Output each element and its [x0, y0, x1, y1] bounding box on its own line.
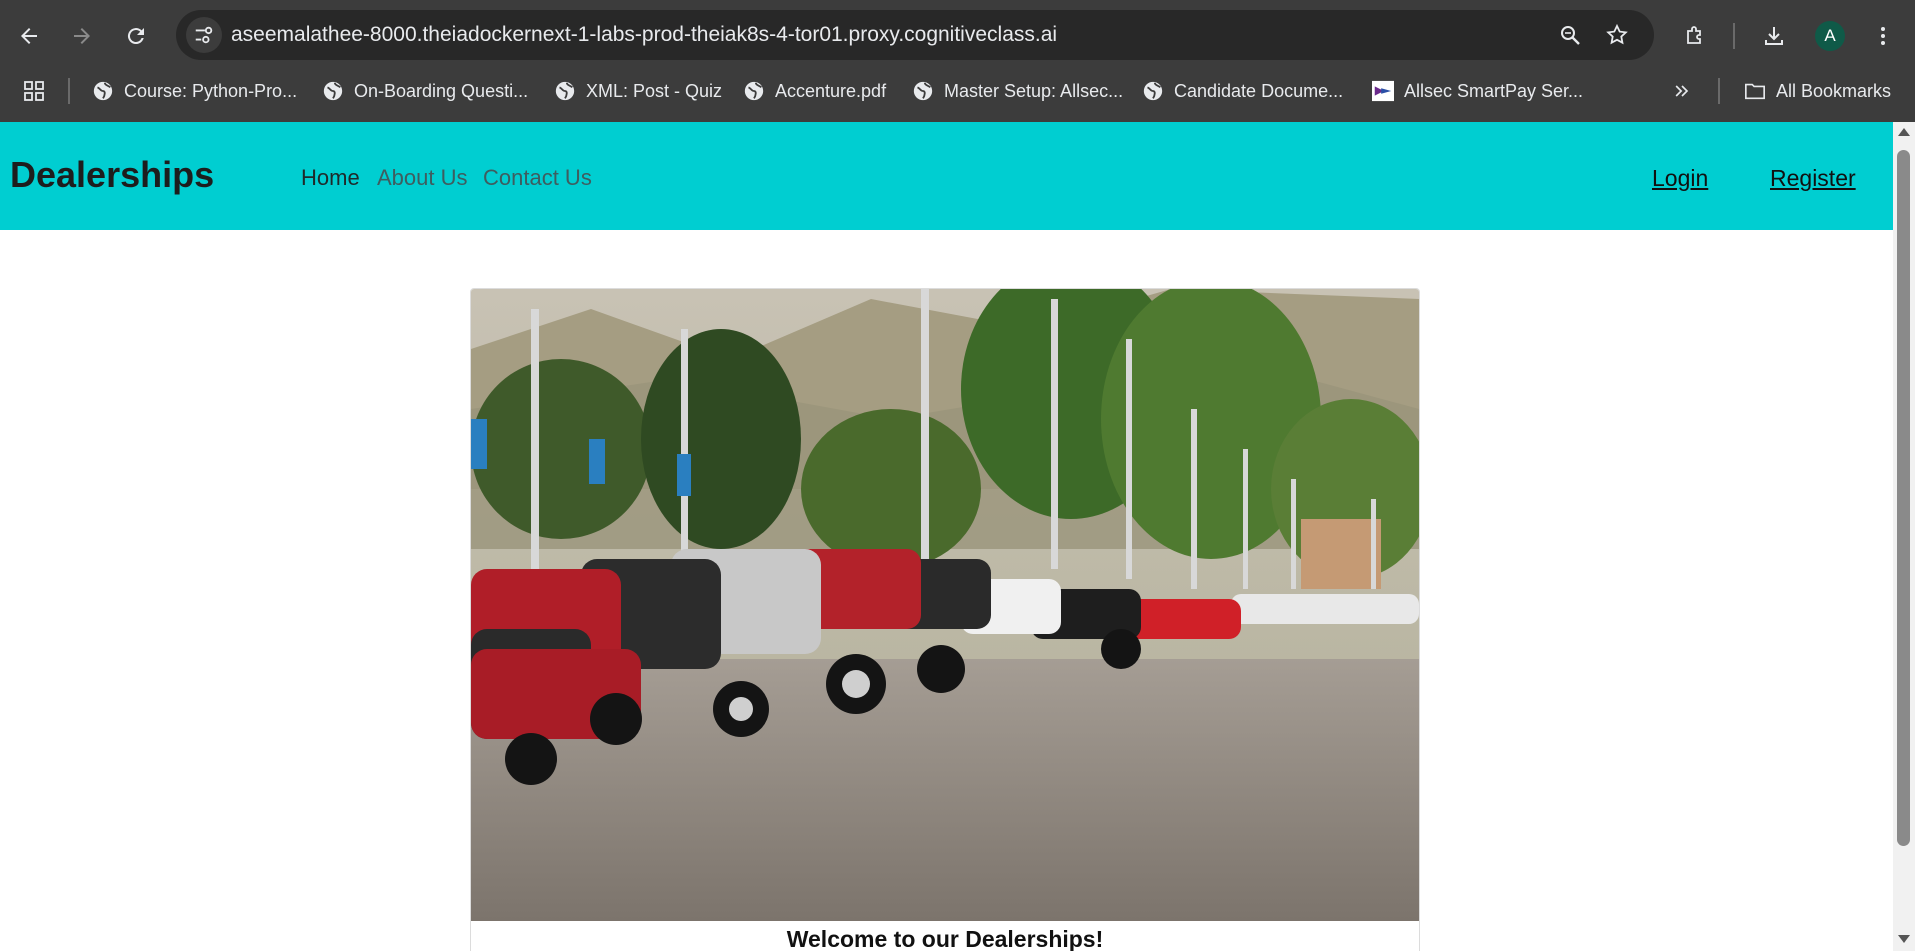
- all-bookmarks-button[interactable]: All Bookmarks: [1744, 72, 1891, 110]
- back-button[interactable]: [11, 18, 47, 54]
- bookmark-item[interactable]: Course: Python-Pro...: [92, 72, 297, 110]
- web-page: Dealerships Home About Us Contact Us Log…: [0, 122, 1893, 951]
- bookmark-item[interactable]: On-Boarding Questi...: [322, 72, 528, 110]
- nav-contact-link[interactable]: Contact Us: [483, 122, 592, 234]
- scroll-up-arrow-icon[interactable]: [1898, 128, 1910, 136]
- bookmark-item[interactable]: XML: Post - Quiz: [554, 72, 722, 110]
- bookmark-item[interactable]: Allsec SmartPay Ser...: [1372, 72, 1583, 110]
- bookmark-divider: [68, 78, 70, 104]
- bookmark-label: Master Setup: Allsec...: [944, 80, 1124, 101]
- globe-icon: [92, 80, 114, 102]
- bookmark-label: Course: Python-Pro...: [124, 80, 298, 101]
- globe-icon: [912, 80, 934, 102]
- car-lot-hero-image: [471, 289, 1419, 921]
- bookmark-item[interactable]: Master Setup: Allsec...: [912, 72, 1123, 110]
- nav-about-link[interactable]: About Us: [377, 122, 468, 234]
- bookmark-label: Accenture.pdf: [775, 80, 887, 101]
- globe-icon: [554, 80, 576, 102]
- bookmark-label: Candidate Docume...: [1174, 80, 1344, 101]
- folder-icon: [1744, 80, 1766, 102]
- downloads-button[interactable]: [1756, 18, 1792, 54]
- globe-icon: [743, 80, 765, 102]
- browser-menu-button[interactable]: [1865, 18, 1901, 54]
- extensions-button[interactable]: [1677, 18, 1713, 54]
- browser-toolbar: aseemalathee-8000.theiadockernext-1-labs…: [0, 0, 1915, 72]
- globe-icon: [1142, 80, 1164, 102]
- bookmark-label: XML: Post - Quiz: [586, 80, 723, 101]
- reload-icon: [127, 28, 144, 45]
- scrollbar-thumb[interactable]: [1897, 150, 1910, 846]
- globe-icon: [322, 80, 344, 102]
- download-icon: [1765, 27, 1783, 45]
- puzzle-icon: [1687, 26, 1701, 44]
- site-navbar: Dealerships Home About Us Contact Us Log…: [0, 122, 1893, 230]
- welcome-card: Welcome to our Dealerships!: [470, 288, 1420, 951]
- forward-button[interactable]: [64, 18, 100, 54]
- apps-icon[interactable]: [22, 72, 46, 110]
- bookmark-item[interactable]: Accenture.pdf: [743, 72, 886, 110]
- address-bar[interactable]: aseemalathee-8000.theiadockernext-1-labs…: [176, 10, 1654, 60]
- register-link[interactable]: Register: [1770, 122, 1856, 234]
- login-link[interactable]: Login: [1652, 122, 1708, 234]
- bookmark-label: On-Boarding Questi...: [354, 80, 529, 101]
- bookmark-label: Allsec SmartPay Ser...: [1404, 80, 1584, 101]
- nav-home-link[interactable]: Home: [301, 122, 360, 234]
- bookmark-divider: [1718, 78, 1720, 104]
- brand-title[interactable]: Dealerships: [10, 122, 214, 228]
- welcome-heading: Welcome to our Dealerships!: [786, 926, 1104, 951]
- all-bookmarks-label: All Bookmarks: [1776, 80, 1892, 101]
- bookmark-star-icon[interactable]: [1603, 21, 1631, 49]
- kebab-menu-icon: [1881, 27, 1885, 45]
- scroll-down-arrow-icon[interactable]: [1898, 935, 1910, 943]
- bookmark-item[interactable]: Candidate Docume...: [1142, 72, 1343, 110]
- arrow-right-icon: [74, 28, 90, 44]
- reload-button[interactable]: [118, 18, 154, 54]
- zoom-icon[interactable]: [1556, 21, 1584, 49]
- toolbar-divider: [1733, 23, 1735, 49]
- arrow-left-icon: [21, 28, 37, 44]
- allsec-logo-icon: [1372, 80, 1394, 102]
- site-info-icon[interactable]: [186, 17, 222, 53]
- browser-chrome: aseemalathee-8000.theiadockernext-1-labs…: [0, 0, 1915, 122]
- more-bookmarks-chevron-icon[interactable]: [1672, 72, 1692, 110]
- profile-avatar[interactable]: A: [1815, 21, 1845, 51]
- page-scrollbar[interactable]: [1893, 122, 1915, 951]
- url-text[interactable]: aseemalathee-8000.theiadockernext-1-labs…: [231, 10, 1057, 60]
- bookmarks-bar: Course: Python-Pro... On-Boarding Questi…: [0, 72, 1915, 122]
